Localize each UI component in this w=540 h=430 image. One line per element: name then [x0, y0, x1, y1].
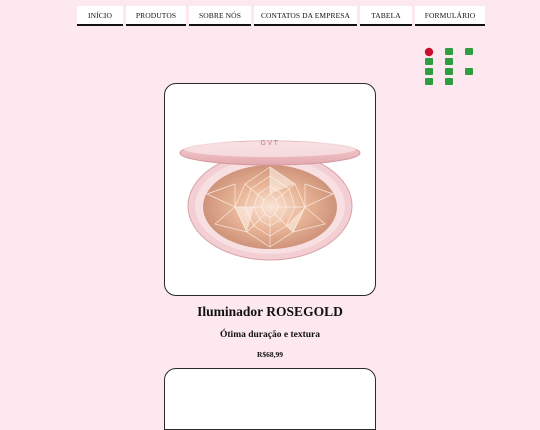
nav-item-formulario[interactable]: FORMULÁRIO — [415, 6, 485, 26]
product-subtitle: Ótima duração e textura — [220, 330, 320, 340]
nav-item-inicio[interactable]: INÍCIO — [77, 6, 123, 26]
product-card-next[interactable] — [164, 368, 376, 430]
product-price: R$68,99 — [256, 350, 284, 359]
nav-item-contatos[interactable]: CONTATOS DA EMPRESA — [254, 6, 357, 26]
product-card[interactable]: GVT — [164, 83, 376, 296]
product-brand: GVT — [260, 140, 280, 147]
nav-item-tabela[interactable]: TABELA — [360, 6, 412, 26]
top-navigation: INÍCIO PRODUTOS SOBRE NÓS CONTATOS DA EM… — [77, 6, 485, 28]
institution-logo-icon — [424, 47, 473, 85]
nav-item-sobre-nos[interactable]: SOBRE NÓS — [189, 6, 251, 26]
product-image — [179, 140, 361, 261]
nav-item-produtos[interactable]: PRODUTOS — [126, 6, 186, 26]
product-title: Iluminador ROSEGOLD — [197, 304, 343, 319]
